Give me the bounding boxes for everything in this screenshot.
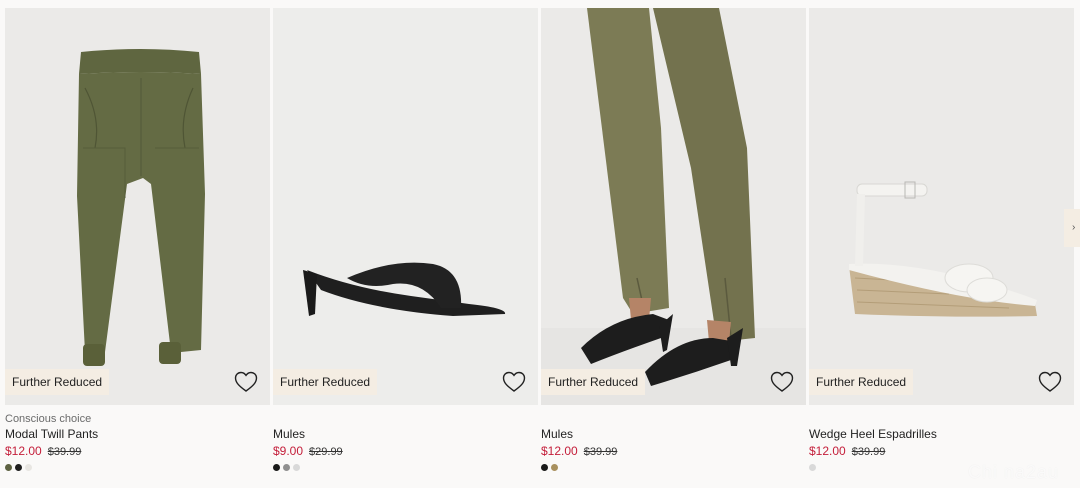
heart-outline-icon[interactable] [1038,371,1062,393]
further-reduced-badge: Further Reduced [809,369,914,395]
watermark-text: Chi na2au [968,462,1060,482]
heart-outline-icon[interactable] [502,371,526,393]
product-name[interactable]: Modal Twill Pants [5,426,270,442]
product-name[interactable]: Wedge Heel Espadrilles [809,426,1074,442]
color-swatches [541,464,806,472]
sale-price: $9.00 [273,444,304,458]
product-image[interactable]: Further Reduced [273,8,538,405]
product-name[interactable]: Mules [273,426,538,442]
original-price: $39.99 [47,446,82,458]
color-swatch[interactable] [551,464,558,471]
product-card[interactable]: Further Reduced Conscious choice Modal T… [5,8,270,488]
further-reduced-badge: Further Reduced [273,369,378,395]
price-row: $9.00 $29.99 [273,442,538,460]
product-card[interactable]: Further Reduced Wedge Heel Espadrilles $… [809,8,1074,488]
color-swatch[interactable] [5,464,12,471]
product-info: Mules $12.00 $39.99 [541,412,806,472]
color-swatch[interactable] [15,464,22,471]
price-row: $12.00 $39.99 [809,442,1074,460]
sale-price: $12.00 [541,444,578,458]
price-row: $12.00 $39.99 [5,442,270,460]
chevron-right-icon: › [1072,222,1076,233]
color-swatch[interactable] [273,464,280,471]
further-reduced-badge: Further Reduced [5,369,110,395]
product-info: Mules $9.00 $29.99 [273,412,538,472]
original-price: $39.99 [851,446,886,458]
original-price: $39.99 [583,446,618,458]
color-swatches [5,464,270,472]
product-card[interactable]: Further Reduced Mules $12.00 $39.99 [541,8,806,488]
conscious-choice-label: Conscious choice [5,413,92,425]
product-grid: Further Reduced Conscious choice Modal T… [0,8,1080,488]
color-swatch[interactable] [809,464,816,471]
color-swatch[interactable] [541,464,548,471]
further-reduced-badge: Further Reduced [541,369,646,395]
color-swatch[interactable] [25,464,32,471]
product-image[interactable]: Further Reduced [809,8,1074,405]
product-image[interactable]: Further Reduced [5,8,270,405]
color-swatch[interactable] [283,464,290,471]
product-card[interactable]: Further Reduced Mules $9.00 $29.99 [273,8,538,488]
color-swatches [273,464,538,472]
original-price: $29.99 [309,446,343,458]
product-info: Conscious choice Modal Twill Pants $12.0… [5,412,270,472]
sale-price: $12.00 [809,444,846,458]
carousel-next-button[interactable]: › [1064,209,1080,247]
color-swatch[interactable] [293,464,300,471]
heart-outline-icon[interactable] [234,371,258,393]
heart-outline-icon[interactable] [770,371,794,393]
price-row: $12.00 $39.99 [541,442,806,460]
product-name[interactable]: Mules [541,426,806,442]
sale-price: $12.00 [5,444,42,458]
product-image[interactable]: Further Reduced [541,8,806,405]
